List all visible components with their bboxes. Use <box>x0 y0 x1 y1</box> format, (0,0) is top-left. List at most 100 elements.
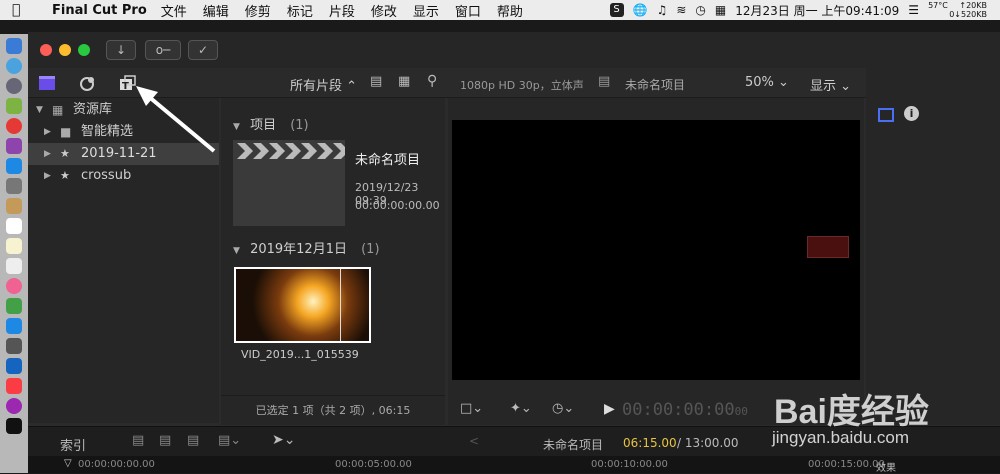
calendar-icon[interactable]: ▦ <box>715 3 726 17</box>
sidebar-item-crossub[interactable]: ▶ ★ crossub <box>28 165 219 187</box>
retime-icon[interactable]: ◷⌄ <box>552 401 574 416</box>
info-icon[interactable]: i <box>904 106 919 121</box>
app-icon[interactable] <box>6 198 22 214</box>
clip-name: VID_2019...1_015539 <box>241 348 359 361</box>
disclosure-open-icon[interactable]: ▼ <box>233 246 240 256</box>
keywords-button[interactable]: o─ <box>145 40 181 60</box>
menu-modify[interactable]: 修改 <box>371 1 397 20</box>
menu-clip[interactable]: 片段 <box>329 1 355 20</box>
libraries-icon[interactable] <box>38 75 56 91</box>
folder-icon: ■ <box>60 125 72 139</box>
finder-icon[interactable] <box>6 38 22 54</box>
search-icon[interactable]: ⚲ <box>427 73 437 89</box>
video-inspector-icon[interactable] <box>878 108 894 122</box>
select-tool-icon[interactable]: ➤⌄ <box>272 432 295 448</box>
menu-view[interactable]: 显示 <box>413 1 439 20</box>
zoom-button[interactable] <box>78 44 90 56</box>
project-thumbnail[interactable] <box>233 140 345 226</box>
sidebar-item-label: 2019-11-21 <box>81 146 157 161</box>
disclosure-open-icon[interactable]: ▼ <box>233 122 240 132</box>
notes-icon[interactable] <box>6 238 22 254</box>
photos-icon[interactable] <box>6 278 22 294</box>
sidebar-item-event-2019-11-21[interactable]: ▶ ★ 2019-11-21 <box>28 143 219 165</box>
play-button[interactable]: ▶ <box>604 401 615 417</box>
sidebar-item-label: crossub <box>81 168 132 183</box>
s-app-icon[interactable]: S <box>609 3 624 17</box>
minimize-button[interactable] <box>59 44 71 56</box>
library-label: 资源库 <box>73 102 113 117</box>
net-speed: 57°C ↑20KB 0↓520KB <box>928 1 996 19</box>
back-arrow-icon[interactable]: < <box>469 434 479 448</box>
app-icon[interactable] <box>6 138 22 154</box>
time-machine-icon[interactable]: ◷ <box>695 3 705 17</box>
viewer-canvas[interactable] <box>452 120 860 380</box>
disclosure-closed-icon[interactable]: ▶ <box>44 121 51 143</box>
background-tasks-button[interactable]: ✓ <box>188 40 218 60</box>
ruler-tick-label: 00:00:10:00.00 <box>591 459 668 470</box>
reminders-icon[interactable] <box>6 258 22 274</box>
edit-mode-dropdown[interactable]: ▤⌄ <box>218 433 241 448</box>
disclosure-closed-icon[interactable]: ▶ <box>44 165 51 187</box>
clip-filter-dropdown[interactable]: 所有片段 ⌃ <box>290 75 357 94</box>
keynote-icon[interactable] <box>6 358 22 374</box>
wechat-icon[interactable] <box>6 298 22 314</box>
titles-generators-icon[interactable]: T <box>119 75 137 91</box>
viewer-red-marker <box>807 236 849 258</box>
temperature: 57°C <box>928 1 948 10</box>
calendar-dock-icon[interactable] <box>6 218 22 234</box>
index-button[interactable]: 索引 <box>60 435 86 454</box>
clip-thumbnail[interactable] <box>234 267 371 343</box>
app-icon[interactable] <box>6 338 22 354</box>
effects-browser-label[interactable]: 效果 <box>876 459 896 474</box>
timeline-ruler[interactable]: ▽ 00:00:00:00.00 00:00:05:00.00 00:00:10… <box>28 456 1000 474</box>
list-icon[interactable]: ☰ <box>908 3 919 17</box>
clapper-icon: ▤ <box>598 74 611 89</box>
datetime[interactable]: 12月23日 周一 上午09:41:09 <box>735 2 899 19</box>
tv-icon[interactable] <box>6 418 22 434</box>
fcp-window: ↓ o─ ✓ T 所有片段 ⌃ ▤ ▦ ⚲ 1080p HD 30p，立体声 ▤… <box>28 32 1000 474</box>
messages-icon[interactable] <box>6 318 22 334</box>
music-icon[interactable]: ♫ <box>657 3 668 17</box>
apple-menu-icon[interactable]:  <box>12 2 30 18</box>
photos-audio-icon[interactable] <box>79 75 97 91</box>
app-menu[interactable]: Final Cut Pro <box>52 3 147 18</box>
menu-help[interactable]: 帮助 <box>497 1 523 20</box>
music-dock-icon[interactable] <box>6 378 22 394</box>
append-clip-icon[interactable]: ▤ <box>132 433 144 448</box>
insert-clip-icon[interactable]: ▤ <box>159 433 171 448</box>
project-timecode: 00:00:00:00.00 <box>355 199 440 212</box>
library-root[interactable]: ▼ ▦ 资源库 <box>28 99 219 121</box>
android-icon[interactable] <box>6 98 22 114</box>
menu-trim[interactable]: 修剪 <box>245 1 271 20</box>
app-icon[interactable] <box>6 178 22 194</box>
app-store-icon[interactable] <box>6 158 22 174</box>
inspector: i <box>866 68 1000 425</box>
podcasts-icon[interactable] <box>6 398 22 414</box>
globe-icon[interactable]: 🌐 <box>633 3 648 17</box>
launchpad-icon[interactable] <box>6 78 22 94</box>
enhance-icon[interactable]: ✦⌄ <box>510 401 532 416</box>
overwrite-clip-icon[interactable]: ▤ <box>187 433 199 448</box>
menu-edit[interactable]: 编辑 <box>203 1 229 20</box>
disclosure-closed-icon[interactable]: ▶ <box>44 143 51 165</box>
safari-icon[interactable] <box>6 58 22 74</box>
display-dropdown[interactable]: 显示 ⌄ <box>810 75 851 94</box>
playhead-marker[interactable]: ▽ <box>64 458 72 469</box>
disclosure-open-icon[interactable]: ▼ <box>36 99 43 121</box>
libraries-sidebar: ▼ ▦ 资源库 ▶ ■ 智能精选 ▶ ★ 2019-11-21 ▶ ★ cros… <box>28 98 219 423</box>
chrome-icon[interactable] <box>6 118 22 134</box>
filmstrip-icon[interactable]: ▦ <box>398 74 410 89</box>
transform-icon[interactable]: □⌄ <box>460 401 483 416</box>
import-button[interactable]: ↓ <box>106 40 136 60</box>
menu-mark[interactable]: 标记 <box>287 1 313 20</box>
wifi-icon[interactable]: ≋ <box>676 3 686 17</box>
clip-appearance-icon[interactable]: ▤ <box>370 74 382 89</box>
project-section-header[interactable]: ▼ 项目 (1) <box>233 114 309 133</box>
event-section-header[interactable]: ▼ 2019年12月1日 (1) <box>233 238 380 257</box>
sidebar-item-smart-collections[interactable]: ▶ ■ 智能精选 <box>28 121 219 143</box>
timecode-main: 00:00:00:00 <box>622 400 735 420</box>
menu-window[interactable]: 窗口 <box>455 1 481 20</box>
menu-file[interactable]: 文件 <box>161 1 187 20</box>
close-button[interactable] <box>40 44 52 56</box>
zoom-dropdown[interactable]: 50% ⌄ <box>745 75 789 90</box>
